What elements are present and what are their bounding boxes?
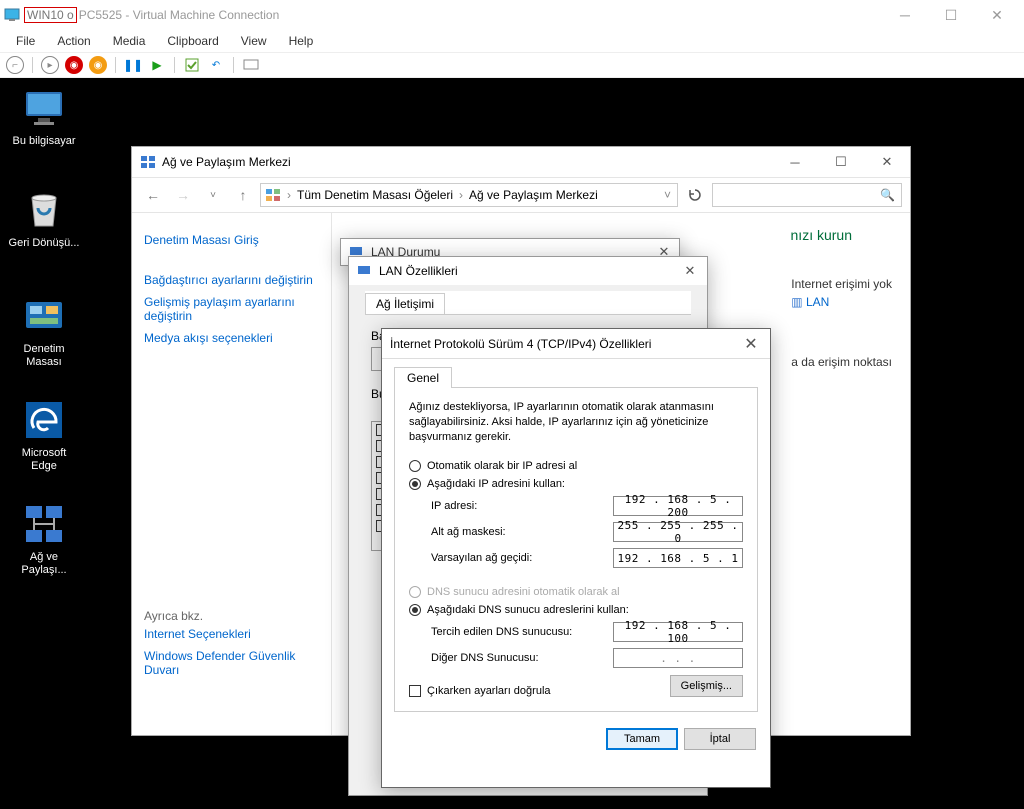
revert-icon[interactable]: ↶: [207, 56, 225, 74]
refresh-button[interactable]: [682, 182, 708, 208]
cancel-button[interactable]: İptal: [684, 728, 756, 750]
forward-button[interactable]: →: [170, 182, 196, 208]
lan-props-close-button[interactable]: ✕: [673, 256, 707, 286]
desktop-icon-network-sharing[interactable]: Ağ ve Paylaşı...: [6, 502, 82, 578]
hyperv-icon: [4, 7, 20, 23]
control-panel-category-icon: [265, 187, 281, 203]
sidebar-also-label: Ayrıca bkz.: [144, 609, 319, 623]
breadcrumb-item-1[interactable]: Tüm Denetim Masası Öğeleri: [297, 188, 453, 202]
nsc-minimize-button[interactable]: ─: [772, 147, 818, 177]
radio-icon: [409, 586, 421, 598]
sidebar-link-media[interactable]: Medya akışı seçenekleri: [144, 327, 319, 349]
menu-help[interactable]: Help: [279, 32, 324, 50]
history-dropdown[interactable]: ˅: [200, 182, 226, 208]
nsc-titlebar[interactable]: Ağ ve Paylaşım Merkezi ─ ☐ ✕: [132, 147, 910, 177]
menu-action[interactable]: Action: [47, 32, 100, 50]
ipv4-title: İnternet Protokolü Sürüm 4 (TCP/IPv4) Öz…: [390, 337, 732, 351]
host-toolbar: ⌐ ▸ ◉ ◉ ❚❚ ▶ ↶: [0, 52, 1024, 78]
preferred-dns-input[interactable]: 192 . 168 . 5 . 100: [613, 622, 743, 642]
up-button[interactable]: ↑: [230, 182, 256, 208]
host-title-rest: PC5525 - Virtual Machine Connection: [79, 8, 280, 22]
radio-use-dns[interactable]: Aşağıdaki DNS sunucu adreslerini kullan:: [409, 601, 743, 619]
turnoff-icon[interactable]: ◉: [65, 56, 83, 74]
menu-clipboard[interactable]: Clipboard: [157, 32, 228, 50]
nic-icon: ▥: [791, 295, 802, 309]
search-icon: 🔍: [880, 188, 895, 202]
ctrl-alt-del-icon[interactable]: ⌐: [6, 56, 24, 74]
host-window-controls: ─ ☐ ✕: [882, 0, 1020, 30]
nsc-close-button[interactable]: ✕: [864, 147, 910, 177]
back-button[interactable]: ←: [140, 182, 166, 208]
radio-icon: [409, 604, 421, 616]
sidebar-link-defender[interactable]: Windows Defender Güvenlik Duvarı: [144, 645, 319, 681]
no-internet-label: Internet erişimi yok: [791, 277, 892, 291]
reset-icon[interactable]: ▶: [148, 56, 166, 74]
search-input[interactable]: 🔍: [712, 183, 902, 207]
edge-icon: [22, 398, 66, 442]
ipv4-description: Ağınız destekliyorsa, IP ayarlarının oto…: [409, 400, 743, 445]
shutdown-icon[interactable]: ◉: [89, 56, 107, 74]
tab-networking[interactable]: Ağ İletişimi: [365, 293, 445, 314]
subnet-mask-input[interactable]: 255 . 255 . 255 . 0: [613, 522, 743, 542]
sidebar-link-home[interactable]: Denetim Masası Giriş: [144, 229, 319, 251]
start-icon[interactable]: ▸: [41, 56, 59, 74]
maximize-button[interactable]: ☐: [928, 0, 974, 30]
sidebar-link-inetopts[interactable]: Internet Seçenekleri: [144, 623, 319, 645]
gateway-input[interactable]: 192 . 168 . 5 . 1: [613, 548, 743, 568]
lan-connection-link[interactable]: ▥ LAN: [791, 295, 892, 309]
close-button[interactable]: ✕: [974, 0, 1020, 30]
ip-address-input[interactable]: 192 . 168 . 5 . 200: [613, 496, 743, 516]
enhanced-session-icon[interactable]: [242, 56, 260, 74]
radio-auto-dns: DNS sunucu adresini otomatik olarak al: [409, 583, 743, 601]
access-point-label: a da erişim noktası: [791, 355, 892, 369]
menu-media[interactable]: Media: [103, 32, 156, 50]
monitor-icon: [22, 86, 66, 130]
alternate-dns-input[interactable]: . . .: [613, 648, 743, 668]
breadcrumb-item-2[interactable]: Ağ ve Paylaşım Merkezi: [469, 188, 598, 202]
recycle-bin-icon: [22, 188, 66, 232]
sidebar-link-sharing[interactable]: Gelişmiş paylaşım ayarlarını değiştirin: [144, 291, 319, 327]
preferred-dns-label: Tercih edilen DNS sunucusu:: [431, 626, 613, 638]
radio-icon: [409, 478, 421, 490]
network-center-icon: [140, 154, 156, 170]
host-menubar: File Action Media Clipboard View Help: [0, 30, 1024, 52]
desktop-icon-recycle-bin[interactable]: Geri Dönüşü...: [6, 188, 82, 251]
nic-icon: [357, 263, 373, 279]
breadcrumb-dropdown-icon[interactable]: ˅: [664, 188, 671, 202]
menu-file[interactable]: File: [6, 32, 45, 50]
breadcrumb[interactable]: › Tüm Denetim Masası Öğeleri › Ağ ve Pay…: [260, 183, 678, 207]
nsc-sidebar: Denetim Masası Giriş Bağdaştırıcı ayarla…: [132, 213, 332, 735]
ipv4-close-button[interactable]: ✕: [732, 329, 770, 359]
nsc-maximize-button[interactable]: ☐: [818, 147, 864, 177]
radio-use-ip[interactable]: Aşağıdaki IP adresini kullan:: [409, 475, 743, 493]
advanced-button[interactable]: Gelişmiş...: [670, 675, 743, 697]
nsc-title: Ağ ve Paylaşım Merkezi: [162, 155, 772, 169]
vm-desktop: Bu bilgisayar Geri Dönüşü... Denetim Mas…: [0, 78, 1024, 809]
desktop-icon-this-pc[interactable]: Bu bilgisayar: [6, 86, 82, 149]
checkbox-icon: [409, 685, 421, 697]
desktop-icon-edge[interactable]: Microsoft Edge: [6, 398, 82, 474]
network-icon: [22, 502, 66, 546]
checkpoint-icon[interactable]: [183, 56, 201, 74]
vm-name-highlight: WIN10 o: [24, 7, 77, 23]
minimize-button[interactable]: ─: [882, 0, 928, 30]
control-panel-icon: [22, 294, 66, 338]
ip-address-label: IP adresi:: [431, 500, 613, 512]
window-ipv4-properties: İnternet Protokolü Sürüm 4 (TCP/IPv4) Öz…: [381, 328, 771, 788]
desktop-icon-control-panel[interactable]: Denetim Masası: [6, 294, 82, 370]
menu-view[interactable]: View: [231, 32, 277, 50]
radio-icon: [409, 460, 421, 472]
radio-auto-ip[interactable]: Otomatik olarak bir IP adresi al: [409, 457, 743, 475]
gateway-label: Varsayılan ağ geçidi:: [431, 552, 613, 564]
pause-icon[interactable]: ❚❚: [124, 56, 142, 74]
lan-props-title: LAN Özellikleri: [379, 264, 673, 278]
alternate-dns-label: Diğer DNS Sunucusu:: [431, 652, 613, 664]
sidebar-link-adapter[interactable]: Bağdaştırıcı ayarlarını değiştirin: [144, 269, 319, 291]
nsc-nav-toolbar: ← → ˅ ↑ › Tüm Denetim Masası Öğeleri › A…: [132, 177, 910, 213]
tab-general[interactable]: Genel: [394, 367, 452, 388]
ok-button[interactable]: Tamam: [606, 728, 678, 750]
host-titlebar: WIN10 o PC5525 - Virtual Machine Connect…: [0, 0, 1024, 30]
subnet-mask-label: Alt ağ maskesi:: [431, 526, 613, 538]
